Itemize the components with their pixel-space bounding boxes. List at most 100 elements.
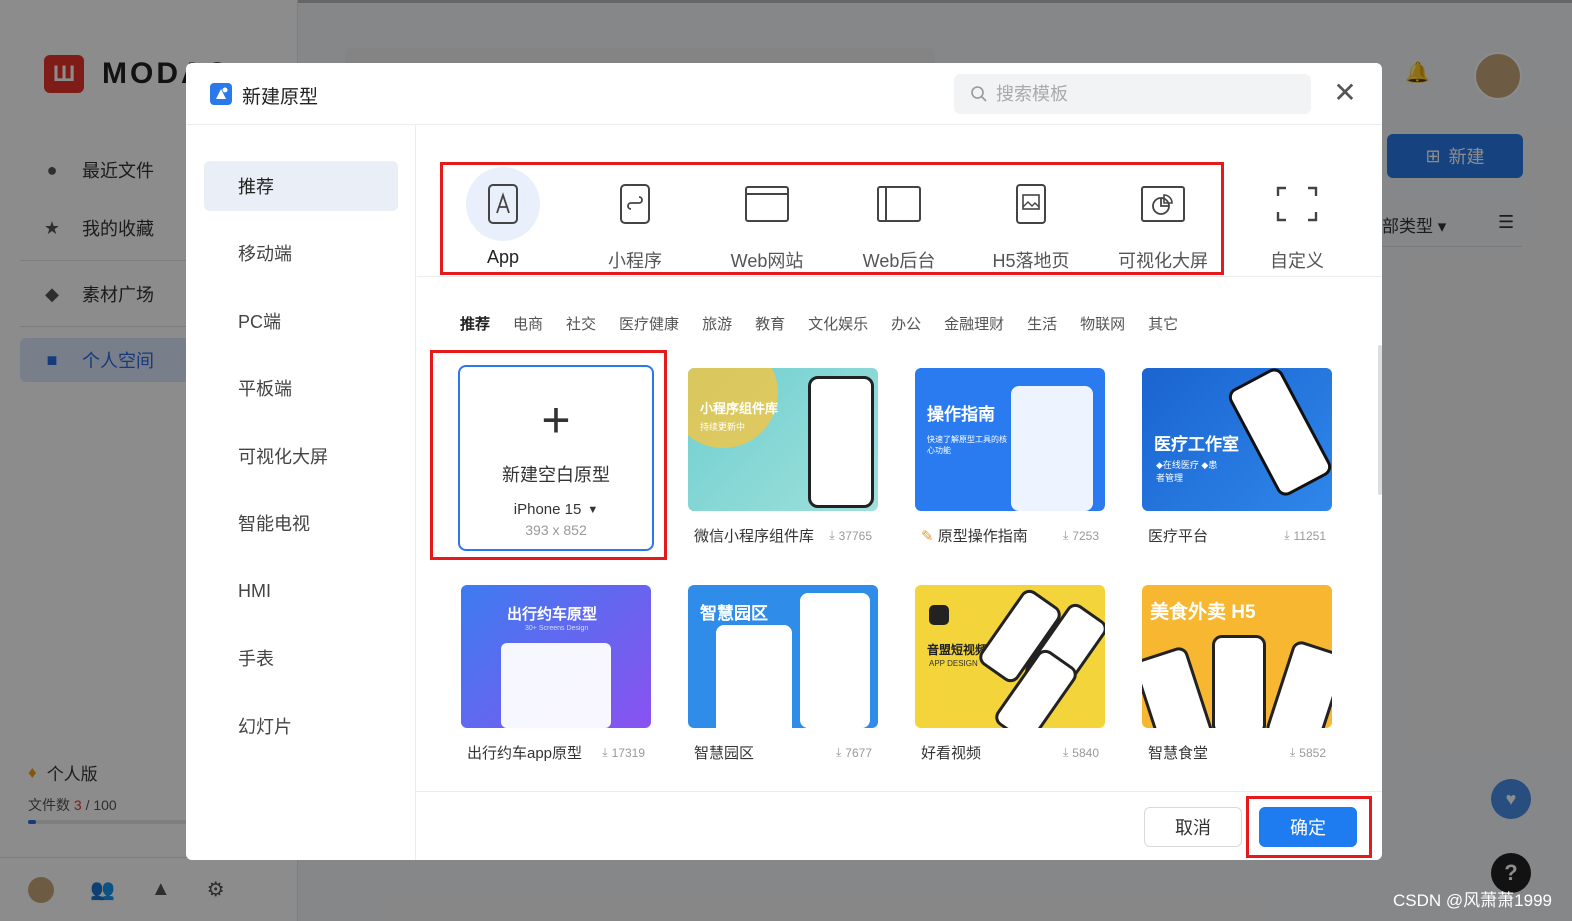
download-count: ⤓ 7253 [1063,528,1099,543]
template-thumbnail: 音盟短视频 APP DESIGN [915,585,1105,728]
menu-mobile[interactable]: 移动端 [204,228,398,278]
template-thumbnail: 出行约车原型 30+ Screens Design [461,585,651,728]
cancel-button[interactable]: 取消 [1144,807,1242,847]
download-count-value: 17319 [611,745,645,760]
template-card[interactable]: 出行约车原型 30+ Screens Design 出行约车app原型 ⤓ 173… [461,585,651,763]
watermark: CSDN @风萧萧1999 [1393,891,1552,910]
search-input[interactable] [996,83,1296,105]
plus-icon: + [541,392,571,448]
category-iot[interactable]: 物联网 [1080,313,1125,334]
download-count-value: 7677 [845,745,872,760]
category-social[interactable]: 社交 [566,313,596,334]
new-blank-prototype-card[interactable]: + 新建空白原型 iPhone 15 ▼ 393 x 852 [458,365,654,551]
type-label: App [486,247,520,267]
category-finance[interactable]: 金融理财 [944,313,1004,334]
download-count: ⤓ 7677 [836,745,872,760]
menu-watch[interactable]: 手表 [204,633,398,683]
type-app[interactable]: App [448,167,558,279]
type-label: 小程序 [608,251,662,271]
category-ecommerce[interactable]: 电商 [513,313,543,334]
close-icon[interactable]: ✕ [1332,79,1358,107]
template-thumbnail: 医疗工作室 ◆在线医疗 ◆患者管理 [1142,368,1332,511]
type-divider [417,276,1382,277]
platform-menu: 推荐 移动端 PC端 平板端 可视化大屏 智能电视 HMI 手表 幻灯片 [186,125,416,860]
type-label: 自定义 [1270,251,1324,271]
template-card[interactable]: 音盟短视频 APP DESIGN 好看视频 ⤓ 5840 [915,585,1105,763]
template-name-wrap: ✎ 原型操作指南 [921,525,1028,546]
download-icon: ⤓ [1289,745,1296,759]
template-card[interactable]: 操作指南 快速了解原型工具的核心功能 ✎ 原型操作指南 ⤓ 7253 [915,368,1105,546]
download-count: ⤓ 17319 [602,745,645,760]
template-card[interactable]: 医疗工作室 ◆在线医疗 ◆患者管理 医疗平台 ⤓ 11251 [1142,368,1332,546]
type-label: 可视化大屏 [1118,251,1208,271]
menu-tablet[interactable]: 平板端 [204,363,398,413]
category-recommended[interactable]: 推荐 [460,313,490,334]
menu-slides[interactable]: 幻灯片 [204,701,398,751]
device-select[interactable]: iPhone 15 ▼ [514,501,598,518]
template-card[interactable]: 智慧园区 智慧园区 ⤓ 7677 [688,585,878,763]
category-travel[interactable]: 旅游 [702,313,732,334]
category-office[interactable]: 办公 [891,313,921,334]
thumbnail-title: 医疗工作室 [1154,435,1239,454]
thumbnail-title: 小程序组件库 [700,401,779,416]
menu-hmi[interactable]: HMI [204,566,398,616]
type-web-site[interactable]: Web网站 [712,167,822,279]
template-meta: ✎ 原型操作指南 ⤓ 7253 [915,525,1105,546]
template-meta: 好看视频 ⤓ 5840 [915,742,1105,763]
type-web-admin[interactable]: Web后台 [844,167,954,279]
blank-title: 新建空白原型 [502,465,610,485]
category-life[interactable]: 生活 [1027,313,1057,334]
menu-pc[interactable]: PC端 [204,296,398,346]
type-h5[interactable]: H5落地页 [976,167,1086,279]
template-name: 好看视频 [921,745,982,762]
thumbnail-title: 出行约车原型 [507,606,598,623]
download-icon: ⤓ [1062,528,1069,542]
device-name: iPhone 15 [513,501,582,518]
type-label: H5落地页 [992,251,1070,271]
scrollbar[interactable] [1378,345,1382,495]
template-meta: 出行约车app原型 ⤓ 17319 [461,742,651,763]
new-prototype-dialog: 新建原型 ✕ 推荐 移动端 PC端 平板端 可视化大屏 智能电视 HMI 手表 … [186,63,1382,860]
category-other[interactable]: 其它 [1148,313,1178,334]
dashboard-icon [1126,167,1200,241]
category-education[interactable]: 教育 [755,313,785,334]
thumbnail-subtitle: APP DESIGN [929,659,978,668]
template-name: 智慧园区 [694,745,755,762]
template-meta: 微信小程序组件库 ⤓ 37765 [688,525,878,546]
download-icon: ⤓ [1062,745,1069,759]
template-name: 智慧食堂 [1148,745,1209,762]
type-label: Web后台 [862,251,936,271]
download-count: ⤓ 5852 [1290,745,1326,760]
caret-down-icon: ▼ [587,503,599,516]
confirm-button[interactable]: 确定 [1259,807,1357,847]
thumbnail-subtitle: 持续更新中 [700,422,746,432]
menu-recommended[interactable]: 推荐 [204,161,398,211]
template-card[interactable]: 小程序组件库 持续更新中 微信小程序组件库 ⤓ 37765 [688,368,878,546]
type-custom[interactable]: 自定义 [1242,167,1352,279]
dialog-title: 新建原型 [242,87,319,108]
template-meta: 医疗平台 ⤓ 11251 [1142,525,1332,546]
type-active-underline [458,272,548,275]
menu-smart-tv[interactable]: 智能电视 [204,498,398,548]
category-entertainment[interactable]: 文化娱乐 [808,313,868,334]
type-dashboard[interactable]: 可视化大屏 [1108,167,1218,279]
template-search[interactable] [954,74,1311,114]
category-tabs: 推荐 电商 社交 医疗健康 旅游 教育 文化娱乐 办公 金融理财 生活 物联网 … [460,313,1201,334]
menu-dashboard[interactable]: 可视化大屏 [204,431,398,481]
type-mini-program[interactable]: 小程序 [580,167,690,279]
template-name: 微信小程序组件库 [694,528,815,545]
download-count-value: 5840 [1072,745,1099,760]
category-medical[interactable]: 医疗健康 [619,313,679,334]
template-meta: 智慧食堂 ⤓ 5852 [1142,742,1332,763]
download-count-value: 5852 [1299,745,1326,760]
template-card[interactable]: 美食外卖 H5 智慧食堂 ⤓ 5852 [1142,585,1332,763]
download-count-value: 37765 [838,528,872,543]
device-size: 393 x 852 [525,522,587,538]
download-icon: ⤓ [835,745,842,759]
download-count: ⤓ 37765 [829,528,872,543]
dialog-header: 新建原型 ✕ [186,63,1382,125]
web-icon [730,167,804,241]
web-admin-icon [862,167,936,241]
dialog-footer-divider [416,791,1382,792]
template-thumbnail: 智慧园区 [688,585,878,728]
